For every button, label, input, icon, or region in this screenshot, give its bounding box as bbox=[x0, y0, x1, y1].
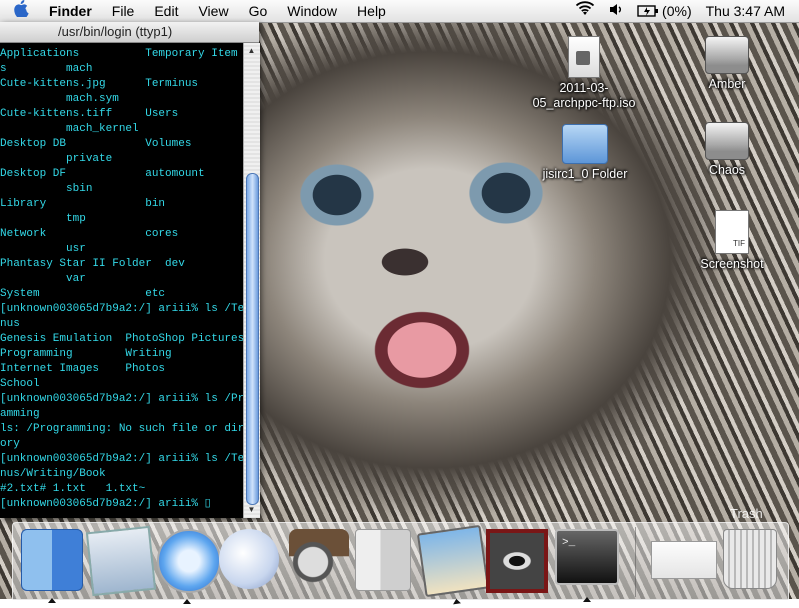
terminal-line: System etc bbox=[0, 288, 166, 300]
terminal-line: [unknown003065d7b9a2:/] ariii% ls /Termi bbox=[0, 453, 243, 465]
terminal-line: Programming Writing bbox=[0, 348, 172, 360]
terminal-line: [unknown003065d7b9a2:/] ariii% ▯ bbox=[0, 498, 211, 510]
disk-image-icon bbox=[568, 36, 600, 78]
terminal-line: Desktop DB Volumes bbox=[0, 138, 192, 150]
menu-go[interactable]: Go bbox=[239, 0, 278, 22]
scroll-down-arrow-icon[interactable]: ▼ bbox=[247, 505, 256, 514]
terminal-title: /usr/bin/login (ttyp1) bbox=[58, 24, 173, 39]
terminal-line: nus/Writing/Book bbox=[0, 468, 106, 480]
menu-view[interactable]: View bbox=[188, 0, 238, 22]
desktop-icon-iso-label-line1: 2011-03- bbox=[559, 81, 609, 95]
battery-icon bbox=[637, 5, 659, 17]
terminal-line: Cute-kittens.jpg Terminus bbox=[0, 78, 199, 90]
menu-clock[interactable]: Thu 3:47 AM bbox=[699, 0, 799, 22]
desktop-icon-iso[interactable]: 2011-03- 05_archppc-ftp.iso bbox=[523, 36, 645, 111]
desktop-icon-screenshot-label: Screenshot bbox=[700, 257, 764, 271]
dock-separator bbox=[635, 527, 636, 597]
terminal-line: [unknown003065d7b9a2:/] ariii% ls /Termi bbox=[0, 303, 243, 315]
terminal-window[interactable]: /usr/bin/login (ttyp1) Applications Temp… bbox=[0, 22, 260, 518]
menu-window[interactable]: Window bbox=[277, 0, 347, 22]
terminal-line: Network cores bbox=[0, 228, 179, 240]
tif-file-icon: TIF bbox=[715, 210, 749, 254]
terminal-line: s mach bbox=[0, 63, 93, 75]
terminal-line: mach.sym bbox=[0, 93, 119, 105]
terminal-output[interactable]: Applications Temporary Item s mach Cute-ki… bbox=[0, 47, 243, 515]
dock-preview-icon[interactable] bbox=[486, 529, 548, 593]
dock-terminal-icon[interactable]: >_ bbox=[555, 529, 619, 602]
battery-status[interactable]: (0%) bbox=[630, 0, 699, 22]
desktop-icon-screenshot[interactable]: TIF Screenshot bbox=[688, 210, 776, 272]
running-indicator-icon bbox=[452, 598, 461, 605]
running-indicator-icon bbox=[183, 599, 191, 604]
terminal-line: amming bbox=[0, 408, 40, 420]
terminal-scrollbar[interactable]: ▲ ▼ bbox=[243, 43, 260, 518]
desktop-icon-folder[interactable]: jisirc1_0 Folder bbox=[520, 124, 650, 182]
terminal-line: #2.txt# 1.txt 1.txt~ bbox=[0, 483, 146, 495]
dock-sherlock-icon[interactable] bbox=[289, 529, 349, 589]
apple-menu-icon[interactable] bbox=[0, 0, 39, 23]
folder-icon bbox=[562, 124, 608, 164]
desktop-icon-folder-label: jisirc1_0 Folder bbox=[542, 167, 628, 181]
terminal-line: Phantasy Star II Folder dev bbox=[0, 258, 185, 270]
terminal-scroll-thumb[interactable] bbox=[246, 173, 259, 505]
terminal-line: private bbox=[0, 153, 113, 165]
terminal-line: School bbox=[0, 378, 40, 390]
desktop-icon-chaos[interactable]: Chaos bbox=[690, 122, 764, 178]
terminal-line: nus bbox=[0, 318, 20, 330]
dock-minimized-window-icon[interactable] bbox=[651, 541, 717, 579]
dock-trash-label: Trash bbox=[730, 506, 763, 521]
terminal-line: sbin bbox=[0, 183, 93, 195]
wifi-icon[interactable] bbox=[568, 0, 602, 22]
terminal-line: Desktop DF automount bbox=[0, 168, 205, 180]
menu-bar: Finder File Edit View Go Window Help (0%… bbox=[0, 0, 799, 23]
terminal-line: Genesis Emulation PhotoShop Pictures bbox=[0, 333, 243, 345]
terminal-line: Internet Images Photos bbox=[0, 363, 166, 375]
terminal-line: Library bin bbox=[0, 198, 166, 210]
terminal-line: usr bbox=[0, 243, 86, 255]
desktop-icon-iso-label-line2: 05_archppc-ftp.iso bbox=[532, 96, 636, 110]
terminal-line: [unknown003065d7b9a2:/] ariii% ls /Progr bbox=[0, 393, 243, 405]
terminal-line: ory bbox=[0, 438, 20, 450]
terminal-line: Applications Temporary Item bbox=[0, 48, 238, 60]
dock-iphoto-icon[interactable] bbox=[416, 524, 490, 605]
terminal-line: mach_kernel bbox=[0, 123, 139, 135]
battery-percent: (0%) bbox=[662, 3, 692, 19]
terminal-line: Cute-kittens.tiff Users bbox=[0, 108, 179, 120]
dock-trash-icon[interactable] bbox=[723, 529, 777, 589]
menu-app-name[interactable]: Finder bbox=[39, 0, 102, 22]
dock-safari-icon[interactable] bbox=[157, 529, 221, 604]
terminal-line: ls: /Programming: No such file or direct bbox=[0, 423, 243, 435]
hard-drive-icon bbox=[705, 36, 749, 74]
running-indicator-icon bbox=[583, 597, 591, 602]
terminal-title-bar[interactable]: /usr/bin/login (ttyp1) bbox=[0, 22, 259, 43]
hard-drive-icon bbox=[705, 122, 749, 160]
tif-file-tag: TIF bbox=[733, 239, 745, 248]
terminal-line: var bbox=[0, 273, 86, 285]
menu-edit[interactable]: Edit bbox=[144, 0, 188, 22]
menu-help[interactable]: Help bbox=[347, 0, 396, 22]
menu-file[interactable]: File bbox=[102, 0, 145, 22]
dock: >_ bbox=[12, 522, 789, 605]
desktop-icon-amber[interactable]: Amber bbox=[690, 36, 764, 92]
dock-mail-icon[interactable] bbox=[85, 525, 157, 597]
desktop-icon-amber-label: Amber bbox=[708, 77, 746, 91]
terminal-line: tmp bbox=[0, 213, 86, 225]
volume-icon[interactable] bbox=[602, 0, 630, 22]
desktop-icon-chaos-label: Chaos bbox=[708, 163, 746, 177]
dock-system-preferences-icon[interactable] bbox=[355, 529, 411, 591]
dock-finder-icon[interactable] bbox=[21, 529, 83, 603]
scroll-up-arrow-icon[interactable]: ▲ bbox=[247, 46, 256, 55]
dock-itunes-icon[interactable] bbox=[219, 529, 279, 589]
terminal-prompt-glyph: >_ bbox=[562, 537, 576, 549]
